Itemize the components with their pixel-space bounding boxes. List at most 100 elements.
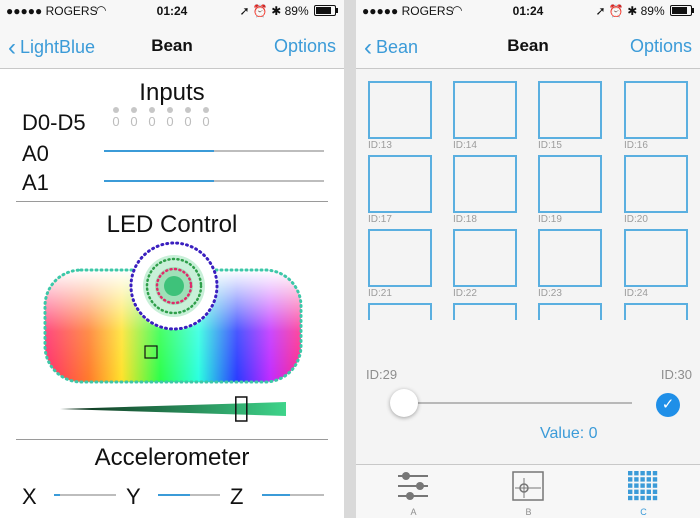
grid-icon-cell: [640, 471, 645, 476]
location-icon: ➚: [595, 4, 606, 18]
pin-value: 0: [202, 114, 210, 129]
accel-z-label: Z: [230, 484, 244, 509]
pin-dot: [185, 107, 191, 113]
grid-button[interactable]: [453, 155, 517, 213]
grid-icon-cell: [634, 495, 639, 501]
bluetooth-icon: ✱: [627, 4, 638, 18]
grid-icon-cell: [628, 483, 633, 488]
accel-z-fill: [262, 494, 290, 496]
a1-bar-fill: [104, 180, 214, 182]
grid-button[interactable]: [368, 229, 432, 287]
nav-bar: ‹ Bean Bean Options: [356, 22, 700, 69]
slider-right-id: ID:30: [660, 367, 692, 382]
accel-x-label: X: [22, 484, 37, 509]
grid-button[interactable]: [538, 155, 602, 213]
value-slider-thumb[interactable]: [390, 389, 418, 417]
battery-icon: [314, 5, 338, 16]
left-screen: ●●●●● ROGERS ◠ 01:24 ➚ ⏰ ✱ 89% ‹ LightBlu…: [0, 0, 344, 518]
grid-button-id: ID:21: [368, 288, 392, 299]
grid-button[interactable]: [624, 229, 688, 287]
color-selector-knob[interactable]: [129, 241, 219, 331]
pin-value: 0: [130, 114, 138, 129]
options-button[interactable]: Options: [630, 36, 692, 57]
grid-icon-cell: [634, 489, 639, 494]
a0-bar-fill: [104, 150, 214, 152]
grid-button[interactable]: [453, 303, 517, 320]
grid-button-id: ID:17: [368, 214, 392, 225]
grid-icon-cell: [634, 477, 639, 482]
grid-button-id: ID:22: [453, 288, 477, 299]
battery-percent: 89%: [284, 4, 309, 18]
digital-pin: 0: [166, 107, 174, 129]
grid-icon-cell: [628, 477, 633, 482]
pin-dot: [203, 107, 209, 113]
digital-pin: 0: [184, 107, 192, 129]
tab-c[interactable]: C: [586, 465, 700, 518]
divider: [16, 201, 328, 202]
grid-button[interactable]: [624, 303, 688, 320]
grid-button-id: ID:13: [368, 140, 392, 151]
grid-button[interactable]: [538, 303, 602, 320]
brightness-slider[interactable]: [0, 396, 344, 426]
accel-y-label: Y: [126, 484, 141, 509]
accel-z-bar: [262, 494, 324, 496]
grid-button[interactable]: [538, 229, 602, 287]
a0-bar: [104, 150, 324, 152]
grid-button[interactable]: [368, 303, 432, 320]
a1-label: A1: [22, 170, 49, 195]
grid-icon-cell: [652, 495, 658, 501]
grid-icon-cell: [646, 489, 651, 494]
grid-button-id: ID:16: [624, 140, 648, 151]
status-bar: ●●●●● ROGERS ◠ 01:24 ➚ ⏰ ✱ 89%: [0, 0, 344, 22]
accel-y-bar: [158, 494, 220, 496]
right-screen: ●●●●● ROGERS ◠ 01:24 ➚ ⏰ ✱ 89% ‹ Bean Bea…: [356, 0, 700, 518]
grid-icon-cell: [646, 483, 651, 488]
battery-icon: [670, 5, 694, 16]
grid-icon-cell: [652, 489, 658, 494]
grid-icon-cell: [628, 489, 633, 494]
pin-value: 0: [184, 114, 192, 129]
tab-a[interactable]: A: [356, 465, 471, 518]
digital-pin: 0: [148, 107, 156, 129]
accel-y-fill: [158, 494, 190, 496]
grid-icon-cell: [652, 471, 658, 476]
tab-b-label: B: [525, 507, 532, 517]
grid-button-id: ID:24: [624, 288, 648, 299]
pin-dot: [131, 107, 137, 113]
value-slider-track[interactable]: [396, 402, 632, 404]
grid-icon-cell: [640, 495, 645, 501]
grid-button-id: ID:14: [453, 140, 477, 151]
grid-button[interactable]: [624, 81, 688, 139]
tab-a-label: A: [410, 507, 417, 517]
battery-percent: 89%: [640, 4, 665, 18]
pin-dot: [149, 107, 155, 113]
grid-button[interactable]: [453, 81, 517, 139]
grid-button[interactable]: [368, 155, 432, 213]
grid-button[interactable]: [538, 81, 602, 139]
status-bar: ●●●●● ROGERS ◠ 01:24 ➚ ⏰ ✱ 89%: [356, 0, 700, 22]
digital-pin: 0: [112, 107, 120, 129]
options-button[interactable]: Options: [274, 36, 336, 57]
checkmark-icon[interactable]: ✓: [656, 393, 680, 417]
button-grid: ID:13 ID:14 ID:15 ID:16 ID:17 ID:18 ID:19 ID:20…: [356, 69, 700, 320]
grid-icon-cell: [640, 477, 645, 482]
grid-icon-cell: [640, 483, 645, 488]
divider: [16, 439, 328, 440]
grid-icon-cell: [646, 495, 651, 501]
nav-bar: ‹ LightBlue Bean Options: [0, 22, 344, 69]
location-icon: ➚: [239, 4, 250, 18]
led-title: LED Control: [106, 211, 238, 238]
pad-icon: [512, 471, 544, 501]
grid-button-id: ID:23: [538, 288, 562, 299]
tab-b[interactable]: B: [471, 465, 586, 518]
value-label: Value: 0: [540, 425, 598, 442]
grid-button-id: ID:15: [538, 140, 562, 151]
grid-button[interactable]: [368, 81, 432, 139]
grid-icon-cell: [634, 483, 639, 488]
accelerometer-title: Accelerometer: [94, 444, 250, 471]
grid-button[interactable]: [624, 155, 688, 213]
grid-icon-cell: [628, 471, 633, 476]
status-right: ➚ ⏰ ✱ 89%: [239, 4, 338, 18]
grid-button[interactable]: [453, 229, 517, 287]
pin-dot: [167, 107, 173, 113]
